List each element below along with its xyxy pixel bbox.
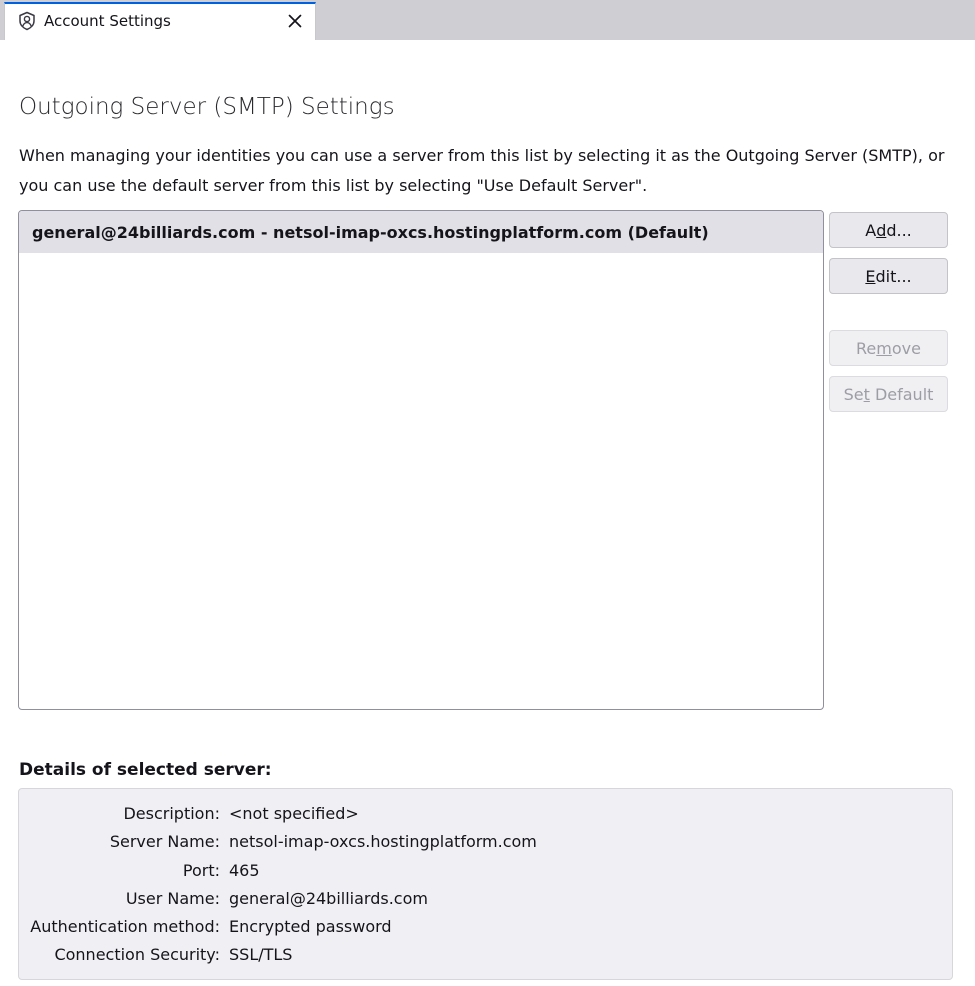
detail-row-description: Description: <not specified> <box>19 800 954 828</box>
detail-value: Encrypted password <box>229 917 392 936</box>
details-heading: Details of selected server: <box>19 760 272 780</box>
detail-label: Description: <box>123 804 220 823</box>
detail-row-server-name: Server Name: netsol-imap-oxcs.hostingpla… <box>19 828 954 856</box>
tab-bar: Account Settings <box>0 0 975 40</box>
set-default-button[interactable]: Se t Default <box>829 376 948 412</box>
detail-row-port: Port: 465 <box>19 857 954 885</box>
remove-button[interactable]: Re m ove <box>829 330 948 366</box>
detail-value: general@24billiards.com <box>229 889 428 908</box>
detail-label: Connection Security: <box>54 945 220 964</box>
detail-label: Authentication method: <box>30 917 220 936</box>
tab-account-settings[interactable]: Account Settings <box>4 2 316 40</box>
server-list-item[interactable]: general@24billiards.com - netsol-imap-ox… <box>19 211 823 253</box>
edit-button[interactable]: Edit... <box>829 258 948 294</box>
detail-value: 465 <box>229 861 260 880</box>
detail-label: Port: <box>182 861 220 880</box>
detail-value: netsol-imap-oxcs.hostingplatform.com <box>229 832 537 851</box>
detail-label: User Name: <box>125 889 220 908</box>
detail-row-connection-security: Connection Security: SSL/TLS <box>19 941 954 969</box>
server-details-panel: Description: <not specified> Server Name… <box>18 788 953 980</box>
detail-value: <not specified> <box>229 804 359 823</box>
detail-label: Server Name: <box>109 832 220 851</box>
page-title: Outgoing Server (SMTP) Settings <box>19 94 395 120</box>
detail-row-auth-method: Authentication method: Encrypted passwor… <box>19 913 954 941</box>
close-icon[interactable] <box>285 11 305 31</box>
page-description: When managing your identities you can us… <box>19 146 945 195</box>
tab-label: Account Settings <box>44 12 171 30</box>
detail-row-user-name: User Name: general@24billiards.com <box>19 885 954 913</box>
detail-value: SSL/TLS <box>229 945 293 964</box>
smtp-server-list[interactable]: general@24billiards.com - netsol-imap-ox… <box>18 210 824 710</box>
add-button[interactable]: Ad d... <box>829 212 948 248</box>
account-settings-icon <box>17 11 37 31</box>
